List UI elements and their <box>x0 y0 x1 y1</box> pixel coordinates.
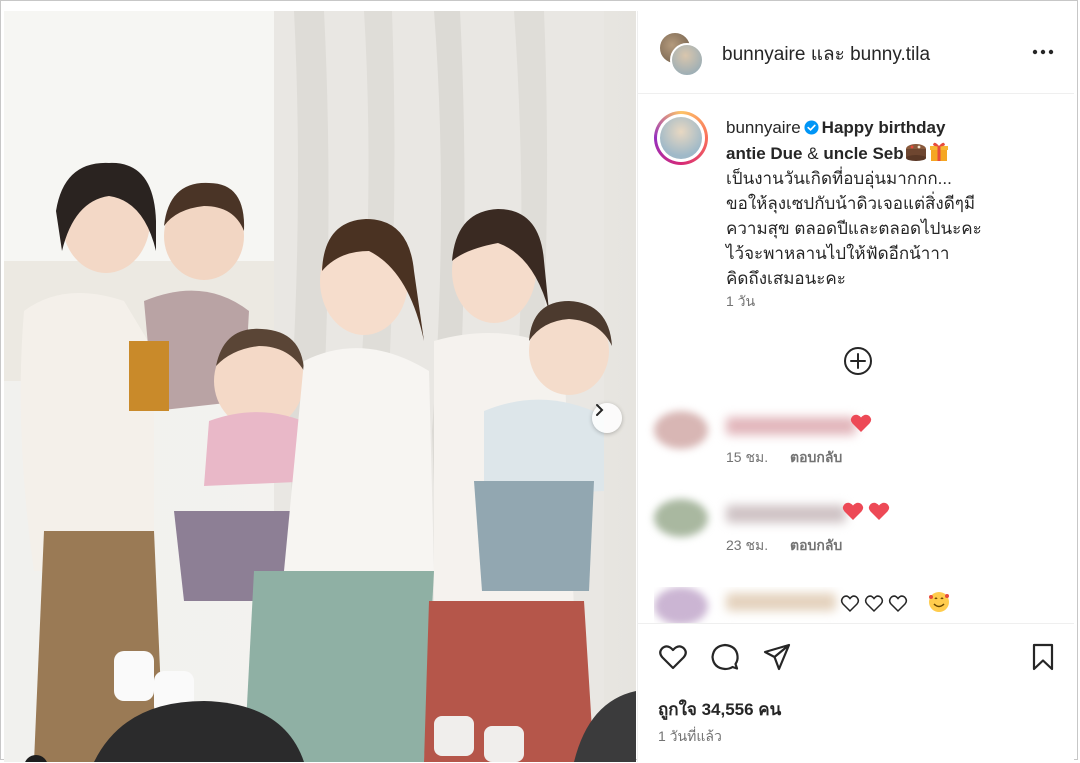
caption-bold-text: antie Due <box>726 144 803 163</box>
comment-timestamp: 15 ชม. <box>726 449 769 465</box>
reply-button[interactable]: ตอบกลับ <box>790 537 842 553</box>
next-photo-button[interactable] <box>592 403 622 433</box>
photo-illustration <box>4 11 636 762</box>
verified-badge-icon <box>804 120 819 135</box>
avatar-ring-inner <box>657 114 705 162</box>
caption-ampersand: & <box>807 144 819 163</box>
comment-timestamp: 23 ชม. <box>726 537 769 553</box>
avatar[interactable] <box>654 499 708 537</box>
blurred-comment-text <box>726 505 846 523</box>
caption-second-line: antie Due & uncle Seb <box>726 140 1056 166</box>
comment-item <box>654 587 1064 623</box>
post-header: bunnyaire และ bunny.tila <box>638 11 1074 94</box>
share-icon[interactable] <box>762 642 792 672</box>
caption-bold-text: uncle Seb <box>823 144 904 163</box>
comment-meta: 15 ชม. ตอบกลับ <box>726 447 860 469</box>
post-authors[interactable]: bunnyaire และ bunny.tila <box>722 39 930 69</box>
comment-item: 15 ชม. ตอบกลับ <box>654 411 1064 471</box>
caption-text-line: คิดถึงเสมอนะคะ <box>726 269 846 288</box>
more-horizontal-icon[interactable] <box>1030 39 1056 65</box>
blurred-comment-text <box>726 593 836 611</box>
caption-timestamp: 1 วัน <box>726 293 756 309</box>
cake-emoji-icon <box>905 144 926 161</box>
post-side-panel: bunnyaire และ bunny.tila bunnyaire Happy… <box>637 11 1074 763</box>
smiling-face-hearts-emoji-icon <box>929 592 949 612</box>
likes-count[interactable]: ถูกใจ 34,556 คน <box>658 696 781 723</box>
post-photo[interactable] <box>4 11 636 762</box>
reply-button[interactable]: ตอบกลับ <box>790 449 842 465</box>
avatar <box>670 43 704 77</box>
caption-text-line: ความสุข ตลอดปีและตลอดไปนะคะ <box>726 219 982 238</box>
comment-icon[interactable] <box>710 642 740 672</box>
comment-meta: 23 ชม. ตอบกลับ <box>726 535 860 557</box>
chevron-right-icon <box>596 404 604 416</box>
white-hearts-emoji-icon <box>840 595 908 613</box>
avatar <box>660 117 702 159</box>
blurred-comment-text <box>726 417 856 435</box>
post-actions: ถูกใจ 34,556 คน 1 วันที่แล้ว <box>638 623 1074 763</box>
avatar[interactable] <box>654 411 708 449</box>
post-caption: bunnyaire Happy birthday antie Due & unc… <box>726 115 1056 291</box>
bookmark-icon[interactable] <box>1028 642 1058 672</box>
red-heart-emoji-icon <box>842 502 864 520</box>
caption-text-line: เป็นงานวันเกิดที่อบอุ่นมากกก... <box>726 169 952 188</box>
caption-first-line: bunnyaire Happy birthday <box>726 115 1056 140</box>
red-heart-emoji-icon <box>868 502 890 520</box>
heart-icon[interactable] <box>658 642 688 672</box>
collab-avatars[interactable] <box>658 31 704 77</box>
comment-item: 23 ชม. ตอบกลับ <box>654 499 1064 559</box>
avatar[interactable] <box>654 587 708 623</box>
caption-text-line: ขอให้ลุงเซปกับน้าดิวเจอแต่สิ่งดีๆมี <box>726 194 976 213</box>
post-timestamp[interactable]: 1 วันที่แล้ว <box>658 726 722 748</box>
caption-username[interactable]: bunnyaire <box>726 118 801 137</box>
caption-text-line: ไว้จะพาหลานไปให้ฟัดอีกน้าาา <box>726 244 950 263</box>
caption-bold-text: Happy birthday <box>821 118 946 137</box>
caption-avatar[interactable] <box>654 111 708 165</box>
red-heart-emoji-icon <box>850 414 872 432</box>
gift-emoji-icon <box>929 142 948 161</box>
load-more-comments-icon[interactable] <box>842 345 874 377</box>
